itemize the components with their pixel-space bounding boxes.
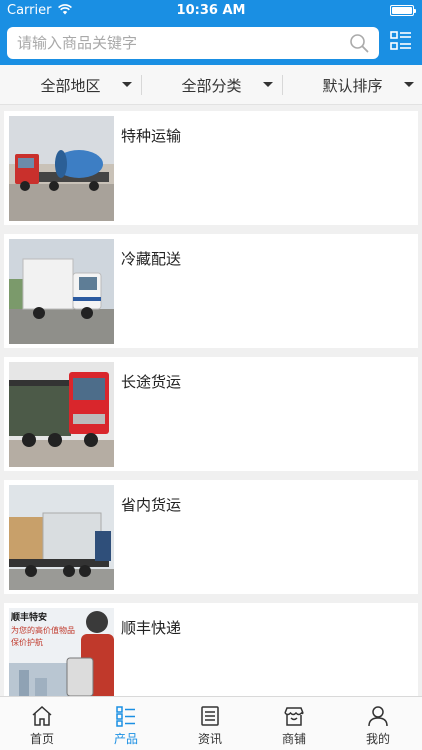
product-image-text: 为您的高价值物品 — [11, 625, 75, 635]
product-title: 长途货运 — [121, 373, 182, 391]
product-image-text: 顺丰特安 — [11, 611, 47, 623]
caret-down-icon — [404, 82, 414, 87]
user-icon — [367, 705, 389, 727]
tab-store[interactable]: 商铺 — [252, 697, 336, 750]
product-image — [9, 485, 114, 590]
product-image — [9, 362, 114, 467]
product-image-text: 保价护航 — [11, 637, 43, 647]
product-title: 顺丰快递 — [121, 619, 182, 637]
filter-category-label: 全部分类 — [181, 77, 242, 95]
status-bar: Carrier 10:36 AM — [0, 0, 422, 22]
bottom-tab-bar: 首页 产品 资讯 商铺 我的 — [0, 696, 422, 750]
tab-products-label: 产品 — [113, 732, 138, 746]
battery-icon — [390, 5, 416, 16]
product-card[interactable]: 省内货运 — [4, 480, 418, 594]
header-bar: Carrier 10:36 AM — [0, 0, 422, 65]
news-icon — [199, 705, 221, 727]
tab-store-label: 商铺 — [281, 732, 306, 746]
store-icon — [283, 705, 305, 727]
filter-sort-label: 默认排序 — [322, 77, 383, 95]
product-image — [9, 116, 114, 221]
product-title: 特种运输 — [121, 127, 182, 145]
product-list: 特种运输 冷藏配送 长途货运 省内货运 顺丰特安 为您的高价值物品 保价护航 顺… — [0, 109, 422, 696]
product-image: 顺丰特安 为您的高价值物品 保价护航 — [9, 608, 114, 696]
search-input[interactable] — [17, 32, 337, 54]
category-menu-icon[interactable] — [389, 30, 413, 54]
home-icon — [31, 705, 53, 727]
grid-list-icon — [115, 705, 137, 727]
product-title: 冷藏配送 — [121, 250, 182, 268]
tab-home-label: 首页 — [29, 732, 54, 746]
tab-home[interactable]: 首页 — [0, 697, 84, 750]
filter-region[interactable]: 全部地区 — [0, 65, 141, 105]
product-card[interactable]: 特种运输 — [4, 111, 418, 225]
filter-sort[interactable]: 默认排序 — [282, 65, 422, 105]
product-card[interactable]: 长途货运 — [4, 357, 418, 471]
search-icon[interactable] — [349, 33, 369, 53]
tab-news-label: 资讯 — [197, 732, 222, 746]
filter-category[interactable]: 全部分类 — [141, 65, 282, 105]
search-box[interactable] — [7, 27, 379, 59]
tab-products[interactable]: 产品 — [84, 697, 168, 750]
product-image — [9, 239, 114, 344]
filter-bar: 全部地区 全部分类 默认排序 — [0, 65, 422, 105]
product-card[interactable]: 冷藏配送 — [4, 234, 418, 348]
clock-time: 10:36 AM — [176, 3, 246, 18]
product-title: 省内货运 — [121, 496, 182, 514]
tab-mine-label: 我的 — [365, 732, 390, 746]
caret-down-icon — [263, 82, 273, 87]
tab-news[interactable]: 资讯 — [168, 697, 252, 750]
filter-region-label: 全部地区 — [40, 77, 101, 95]
product-card[interactable]: 顺丰特安 为您的高价值物品 保价护航 顺丰快递 — [4, 603, 418, 696]
tab-mine[interactable]: 我的 — [336, 697, 420, 750]
caret-down-icon — [122, 82, 132, 87]
